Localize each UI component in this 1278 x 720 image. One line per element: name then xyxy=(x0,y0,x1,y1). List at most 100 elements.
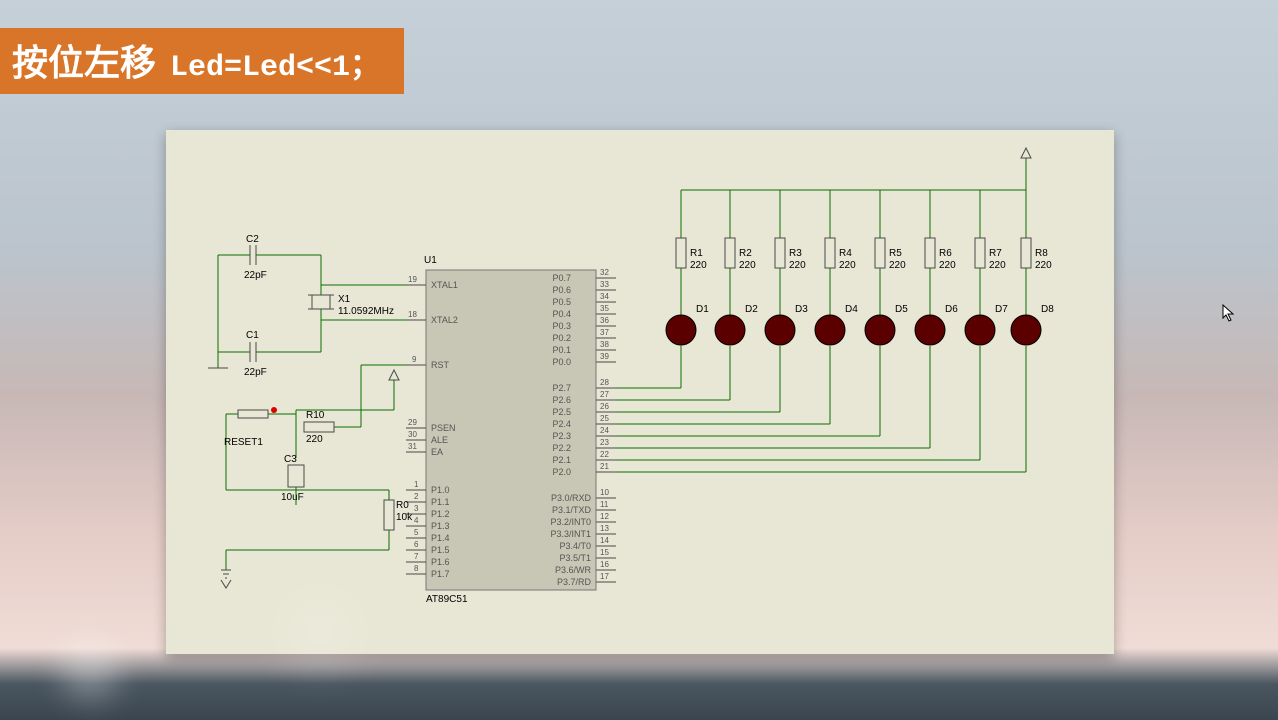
svg-text:P1.0: P1.0 xyxy=(431,485,450,495)
led-col-1: R1220 D1 xyxy=(666,190,709,346)
svg-text:22: 22 xyxy=(600,450,609,459)
svg-text:21: 21 xyxy=(600,462,609,471)
svg-text:3: 3 xyxy=(414,504,419,513)
svg-text:8: 8 xyxy=(414,564,419,573)
led-col-2: R2220 D2 xyxy=(715,190,758,345)
svg-text:36: 36 xyxy=(600,316,609,325)
svg-text:5: 5 xyxy=(414,528,419,537)
svg-text:P2.5: P2.5 xyxy=(552,407,571,417)
svg-text:9: 9 xyxy=(412,355,417,364)
mouse-cursor-icon xyxy=(1222,304,1236,327)
svg-text:4: 4 xyxy=(414,516,419,525)
svg-text:R6: R6 xyxy=(939,248,952,259)
title-main-text: 按位左移 xyxy=(12,34,156,86)
svg-text:P3.3/INT1: P3.3/INT1 xyxy=(550,529,591,539)
svg-text:32: 32 xyxy=(600,268,609,277)
svg-text:C1: C1 xyxy=(246,330,259,341)
svg-text:R3: R3 xyxy=(789,248,802,259)
svg-text:P1.6: P1.6 xyxy=(431,557,450,567)
svg-text:P0.4: P0.4 xyxy=(552,309,571,319)
svg-text:1: 1 xyxy=(414,480,419,489)
svg-text:C3: C3 xyxy=(284,454,297,465)
svg-text:P2.2: P2.2 xyxy=(552,443,571,453)
svg-text:C2: C2 xyxy=(246,234,259,245)
svg-text:P2.1: P2.1 xyxy=(552,455,571,465)
svg-text:13: 13 xyxy=(600,524,609,533)
svg-text:P2.4: P2.4 xyxy=(552,419,571,429)
svg-text:D6: D6 xyxy=(945,304,958,315)
svg-text:D3: D3 xyxy=(795,304,808,315)
svg-text:D1: D1 xyxy=(696,304,709,315)
svg-text:15: 15 xyxy=(600,548,609,557)
svg-text:EA: EA xyxy=(431,447,443,457)
svg-text:37: 37 xyxy=(600,328,609,337)
svg-text:RESET1: RESET1 xyxy=(224,437,263,448)
svg-text:31: 31 xyxy=(408,442,417,451)
svg-text:11.0592MHz: 11.0592MHz xyxy=(338,306,394,317)
svg-text:RST: RST xyxy=(431,360,450,370)
svg-text:14: 14 xyxy=(600,536,609,545)
led-col-8: R8220 D8 xyxy=(1011,190,1054,345)
led-col-5: R5220 D5 xyxy=(865,190,908,345)
svg-text:P0.3: P0.3 xyxy=(552,321,571,331)
svg-text:25: 25 xyxy=(600,414,609,423)
svg-text:10uF: 10uF xyxy=(281,492,304,503)
svg-text:P1.3: P1.3 xyxy=(431,521,450,531)
svg-text:P3.6/WR: P3.6/WR xyxy=(555,565,592,575)
svg-text:D4: D4 xyxy=(845,304,858,315)
svg-text:220: 220 xyxy=(1035,260,1052,271)
svg-text:PSEN: PSEN xyxy=(431,423,456,433)
svg-text:P1.1: P1.1 xyxy=(431,497,450,507)
svg-text:220: 220 xyxy=(989,260,1006,271)
svg-text:220: 220 xyxy=(739,260,756,271)
svg-text:38: 38 xyxy=(600,340,609,349)
svg-text:P2.7: P2.7 xyxy=(552,383,571,393)
svg-text:2: 2 xyxy=(414,492,419,501)
svg-text:XTAL2: XTAL2 xyxy=(431,315,458,325)
svg-text:P3.7/RD: P3.7/RD xyxy=(557,577,592,587)
svg-text:220: 220 xyxy=(690,260,707,271)
schematic-canvas: U1 AT89C51 19XTAL1 18XTAL2 9RST 29PSEN 3… xyxy=(166,130,1114,654)
svg-text:P3.0/RXD: P3.0/RXD xyxy=(551,493,592,503)
svg-text:P0.6: P0.6 xyxy=(552,285,571,295)
svg-text:27: 27 xyxy=(600,390,609,399)
svg-text:P2.3: P2.3 xyxy=(552,431,571,441)
svg-text:35: 35 xyxy=(600,304,609,313)
led-col-4: R4220 D4 xyxy=(815,190,858,345)
led-col-6: R6220 D6 xyxy=(915,190,958,345)
svg-text:P2.6: P2.6 xyxy=(552,395,571,405)
reset-circuit: RESET1 R10220 C310uF R010k xyxy=(221,365,413,588)
svg-text:220: 220 xyxy=(839,260,856,271)
svg-text:P1.5: P1.5 xyxy=(431,545,450,555)
right-pin-group-p3: 10P3.0/RXD 11P3.1/TXD 12P3.2/INT0 13P3.3… xyxy=(550,488,616,587)
svg-text:16: 16 xyxy=(600,560,609,569)
svg-text:29: 29 xyxy=(408,418,417,427)
svg-text:33: 33 xyxy=(600,280,609,289)
svg-text:R2: R2 xyxy=(739,248,752,259)
svg-text:R0: R0 xyxy=(396,500,409,511)
led-col-7: R7220 D7 xyxy=(965,190,1008,345)
svg-text:D7: D7 xyxy=(995,304,1008,315)
led-bus xyxy=(616,148,1031,472)
svg-text:220: 220 xyxy=(789,260,806,271)
svg-text:P0.0: P0.0 xyxy=(552,357,571,367)
svg-text:19: 19 xyxy=(408,275,417,284)
svg-text:R7: R7 xyxy=(989,248,1002,259)
svg-text:P3.5/T1: P3.5/T1 xyxy=(559,553,591,563)
svg-text:R4: R4 xyxy=(839,248,852,259)
svg-text:7: 7 xyxy=(414,552,419,561)
svg-text:P0.1: P0.1 xyxy=(552,345,571,355)
svg-text:220: 220 xyxy=(889,260,906,271)
svg-text:D8: D8 xyxy=(1041,304,1054,315)
svg-text:11: 11 xyxy=(600,500,609,509)
svg-text:P0.5: P0.5 xyxy=(552,297,571,307)
svg-text:6: 6 xyxy=(414,540,419,549)
chip-part: AT89C51 xyxy=(426,594,468,605)
svg-text:P1.2: P1.2 xyxy=(431,509,450,519)
svg-text:22pF: 22pF xyxy=(244,270,267,281)
svg-text:220: 220 xyxy=(306,434,323,445)
svg-text:10: 10 xyxy=(600,488,609,497)
title-banner: 按位左移 Led=Led<<1； xyxy=(0,28,404,94)
svg-text:R5: R5 xyxy=(889,248,902,259)
bg-blur-2 xyxy=(280,590,360,670)
